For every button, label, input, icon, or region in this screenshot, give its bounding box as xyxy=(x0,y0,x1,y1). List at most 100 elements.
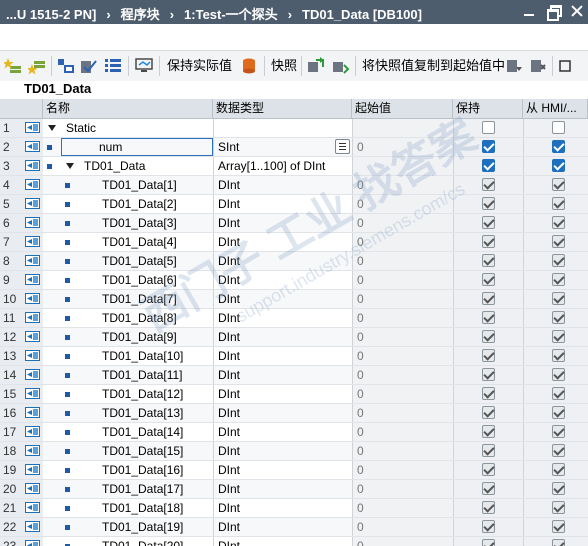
hmi-accessible-checkbox[interactable] xyxy=(552,292,565,305)
hmi-accessible-checkbox[interactable] xyxy=(552,444,565,457)
copy-snapshot-to-start-button[interactable]: 将快照值复制到起始值中 xyxy=(362,57,505,75)
hmi-accessible-checkbox[interactable] xyxy=(552,406,565,419)
hmi-accessible-checkbox[interactable] xyxy=(552,140,565,153)
retain-checkbox[interactable] xyxy=(482,501,495,514)
hmi-accessible-checkbox[interactable] xyxy=(552,216,565,229)
start-value-cell[interactable]: 0 xyxy=(352,233,453,251)
name-cell[interactable]: Static xyxy=(43,119,213,137)
datatype-cell[interactable]: DInt xyxy=(213,480,352,498)
name-cell[interactable]: TD01_Data[20] xyxy=(43,537,213,546)
table-row[interactable]: 12 TD01_Data[9] DInt 0 xyxy=(0,328,588,347)
hmi-accessible-checkbox[interactable] xyxy=(552,235,565,248)
datatype-cell[interactable]: DInt xyxy=(213,233,352,251)
datatype-cell[interactable] xyxy=(213,119,352,137)
name-cell[interactable]: TD01_Data[14] xyxy=(43,423,213,441)
start-value-cell[interactable]: 0 xyxy=(352,138,453,156)
name-cell[interactable]: TD01_Data[10] xyxy=(43,347,213,365)
table-row[interactable]: 2 num SInt 0 xyxy=(0,138,588,157)
start-value-cell[interactable]: 0 xyxy=(352,252,453,270)
name-cell[interactable]: TD01_Data[12] xyxy=(43,385,213,403)
start-value-cell[interactable]: 0 xyxy=(352,385,453,403)
table-row[interactable]: 1 Static xyxy=(0,119,588,138)
snapshot-upload-icon[interactable] xyxy=(529,57,547,75)
hmi-accessible-checkbox[interactable] xyxy=(552,159,565,172)
table-row[interactable]: 10 TD01_Data[7] DInt 0 xyxy=(0,290,588,309)
hmi-accessible-checkbox[interactable] xyxy=(552,330,565,343)
hmi-accessible-checkbox[interactable] xyxy=(552,311,565,324)
name-cell[interactable]: TD01_Data[2] xyxy=(43,195,213,213)
start-value-cell[interactable]: 0 xyxy=(352,290,453,308)
hmi-accessible-checkbox[interactable] xyxy=(552,387,565,400)
hmi-accessible-checkbox[interactable] xyxy=(552,349,565,362)
datatype-cell[interactable]: DInt xyxy=(213,423,352,441)
name-cell[interactable]: TD01_Data[19] xyxy=(43,518,213,536)
retain-checkbox[interactable] xyxy=(482,121,495,134)
hmi-accessible-checkbox[interactable] xyxy=(552,254,565,267)
hmi-accessible-checkbox[interactable] xyxy=(552,425,565,438)
snapshot-button[interactable]: 快照 xyxy=(271,57,297,75)
name-cell[interactable]: TD01_Data[16] xyxy=(43,461,213,479)
retain-checkbox[interactable] xyxy=(482,368,495,381)
name-cell[interactable]: TD01_Data[11] xyxy=(43,366,213,384)
name-cell[interactable]: TD01_Data[15] xyxy=(43,442,213,460)
table-row[interactable]: 6 TD01_Data[3] DInt 0 xyxy=(0,214,588,233)
start-value-cell[interactable]: 0 xyxy=(352,499,453,517)
list-view-icon[interactable] xyxy=(104,57,122,75)
datatype-cell[interactable]: DInt xyxy=(213,176,352,194)
datatype-cell[interactable]: DInt xyxy=(213,404,352,422)
retain-checkbox[interactable] xyxy=(482,311,495,324)
datatype-cell[interactable]: DInt xyxy=(213,537,352,546)
start-value-cell[interactable]: 0 xyxy=(352,404,453,422)
datatype-cell[interactable]: DInt xyxy=(213,195,352,213)
start-value-cell[interactable]: 0 xyxy=(352,347,453,365)
start-value-cell[interactable]: 0 xyxy=(352,423,453,441)
close-icon[interactable] xyxy=(570,4,584,18)
datatype-cell[interactable]: SInt xyxy=(213,138,352,156)
retain-checkbox[interactable] xyxy=(482,349,495,362)
start-value-cell[interactable]: 0 xyxy=(352,461,453,479)
retain-checkbox[interactable] xyxy=(482,140,495,153)
start-value-cell[interactable] xyxy=(352,157,453,175)
retain-checkbox[interactable] xyxy=(482,235,495,248)
datatype-cell[interactable]: DInt xyxy=(213,461,352,479)
hmi-accessible-checkbox[interactable] xyxy=(552,463,565,476)
name-cell[interactable]: TD01_Data[18] xyxy=(43,499,213,517)
start-value-cell[interactable]: 0 xyxy=(352,271,453,289)
collapse-triangle-icon[interactable] xyxy=(66,163,74,169)
start-value-cell[interactable]: 0 xyxy=(352,176,453,194)
start-value-cell[interactable]: 0 xyxy=(352,366,453,384)
table-row[interactable]: 16 TD01_Data[13] DInt 0 xyxy=(0,404,588,423)
breadcrumb-program-blocks[interactable]: 程序块 xyxy=(121,7,160,22)
name-cell[interactable]: TD01_Data[5] xyxy=(43,252,213,270)
start-value-cell[interactable]: 0 xyxy=(352,537,453,546)
minimize-icon[interactable] xyxy=(522,4,536,18)
header-datatype[interactable]: 数据类型 xyxy=(213,99,352,118)
table-row[interactable]: 4 TD01_Data[1] DInt 0 xyxy=(0,176,588,195)
name-cell[interactable]: TD01_Data xyxy=(43,157,213,175)
retain-checkbox[interactable] xyxy=(482,520,495,533)
datatype-cell[interactable]: DInt xyxy=(213,366,352,384)
hmi-accessible-checkbox[interactable] xyxy=(552,178,565,191)
table-row[interactable]: 7 TD01_Data[4] DInt 0 xyxy=(0,233,588,252)
header-hmi-accessible[interactable]: 从 HMI/... xyxy=(523,99,588,118)
hmi-accessible-checkbox[interactable] xyxy=(552,273,565,286)
retain-checkbox[interactable] xyxy=(482,159,495,172)
table-row[interactable]: 23 TD01_Data[20] DInt 0 xyxy=(0,537,588,546)
table-row[interactable]: 8 TD01_Data[5] DInt 0 xyxy=(0,252,588,271)
table-row[interactable]: 11 TD01_Data[8] DInt 0 xyxy=(0,309,588,328)
datatype-cell[interactable]: DInt xyxy=(213,214,352,232)
hmi-accessible-checkbox[interactable] xyxy=(552,368,565,381)
datatype-cell[interactable]: Array[1..100] of DInt xyxy=(213,157,352,175)
hmi-accessible-checkbox[interactable] xyxy=(552,197,565,210)
retain-checkbox[interactable] xyxy=(482,197,495,210)
name-cell[interactable]: TD01_Data[1] xyxy=(43,176,213,194)
datatype-cell[interactable]: DInt xyxy=(213,499,352,517)
start-value-cell[interactable]: 0 xyxy=(352,518,453,536)
start-value-cell[interactable]: 0 xyxy=(352,195,453,213)
retain-checkbox[interactable] xyxy=(482,254,495,267)
keep-actual-values-button[interactable]: 保持实际值 xyxy=(167,57,232,75)
name-cell[interactable]: TD01_Data[17] xyxy=(43,480,213,498)
start-value-cell[interactable] xyxy=(352,119,453,137)
start-value-cell[interactable]: 0 xyxy=(352,309,453,327)
monitor-all-icon[interactable] xyxy=(135,57,153,75)
